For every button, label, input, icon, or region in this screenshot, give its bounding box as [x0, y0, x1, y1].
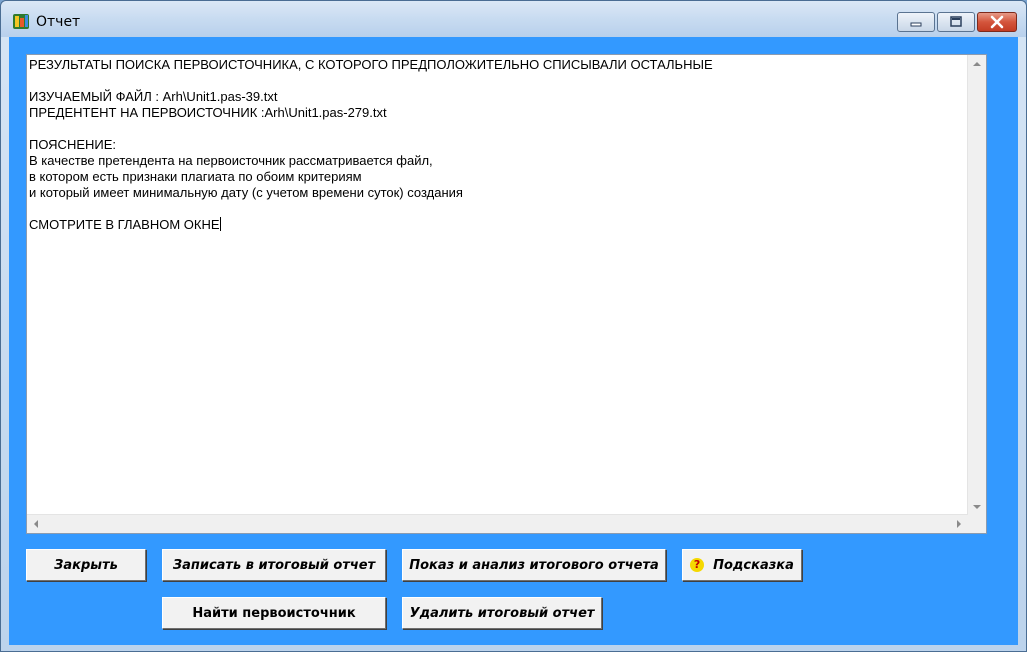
hint-button[interactable]: ? Подсказка — [682, 549, 802, 581]
minimize-icon — [910, 22, 922, 27]
maximize-button[interactable] — [937, 12, 975, 32]
report-text-content: РЕЗУЛЬТАТЫ ПОИСКА ПЕРВОИСТОЧНИКА, С КОТО… — [29, 57, 713, 232]
window-title: Отчет — [36, 14, 81, 30]
show-analysis-button[interactable]: Показ и анализ итогового отчета — [402, 549, 666, 581]
scroll-right-icon[interactable] — [957, 520, 961, 528]
client-area: РЕЗУЛЬТАТЫ ПОИСКА ПЕРВОИСТОЧНИКА, С КОТО… — [9, 37, 1018, 645]
report-window: Отчет РЕЗУЛЬТАТЫ ПОИСКА ПЕРВОИСТОЧНИКА, … — [0, 0, 1027, 652]
maximize-icon — [950, 16, 962, 27]
find-source-button[interactable]: Найти первоисточник — [162, 597, 386, 629]
save-to-final-report-button[interactable]: Записать в итоговый отчет — [162, 549, 386, 581]
close-report-button[interactable]: Закрыть — [26, 549, 146, 581]
scrollbar-corner — [968, 515, 986, 533]
horizontal-scrollbar[interactable] — [27, 514, 968, 533]
minimize-button[interactable] — [897, 12, 935, 32]
delete-final-report-button[interactable]: Удалить итоговый отчет — [402, 597, 602, 629]
report-text[interactable]: РЕЗУЛЬТАТЫ ПОИСКА ПЕРВОИСТОЧНИКА, С КОТО… — [29, 57, 965, 513]
scroll-left-icon[interactable] — [34, 520, 38, 528]
scroll-down-icon[interactable] — [973, 505, 981, 509]
scroll-up-icon[interactable] — [973, 62, 981, 66]
hint-label: Подсказка — [713, 557, 794, 573]
report-memo[interactable]: РЕЗУЛЬТАТЫ ПОИСКА ПЕРВОИСТОЧНИКА, С КОТО… — [26, 54, 987, 534]
close-button[interactable] — [977, 12, 1017, 32]
help-icon: ? — [690, 558, 705, 572]
vertical-scrollbar[interactable] — [967, 55, 986, 516]
title-bar[interactable]: Отчет — [1, 1, 1026, 37]
close-icon — [990, 15, 1004, 29]
text-caret — [219, 217, 221, 231]
app-icon — [13, 14, 29, 29]
